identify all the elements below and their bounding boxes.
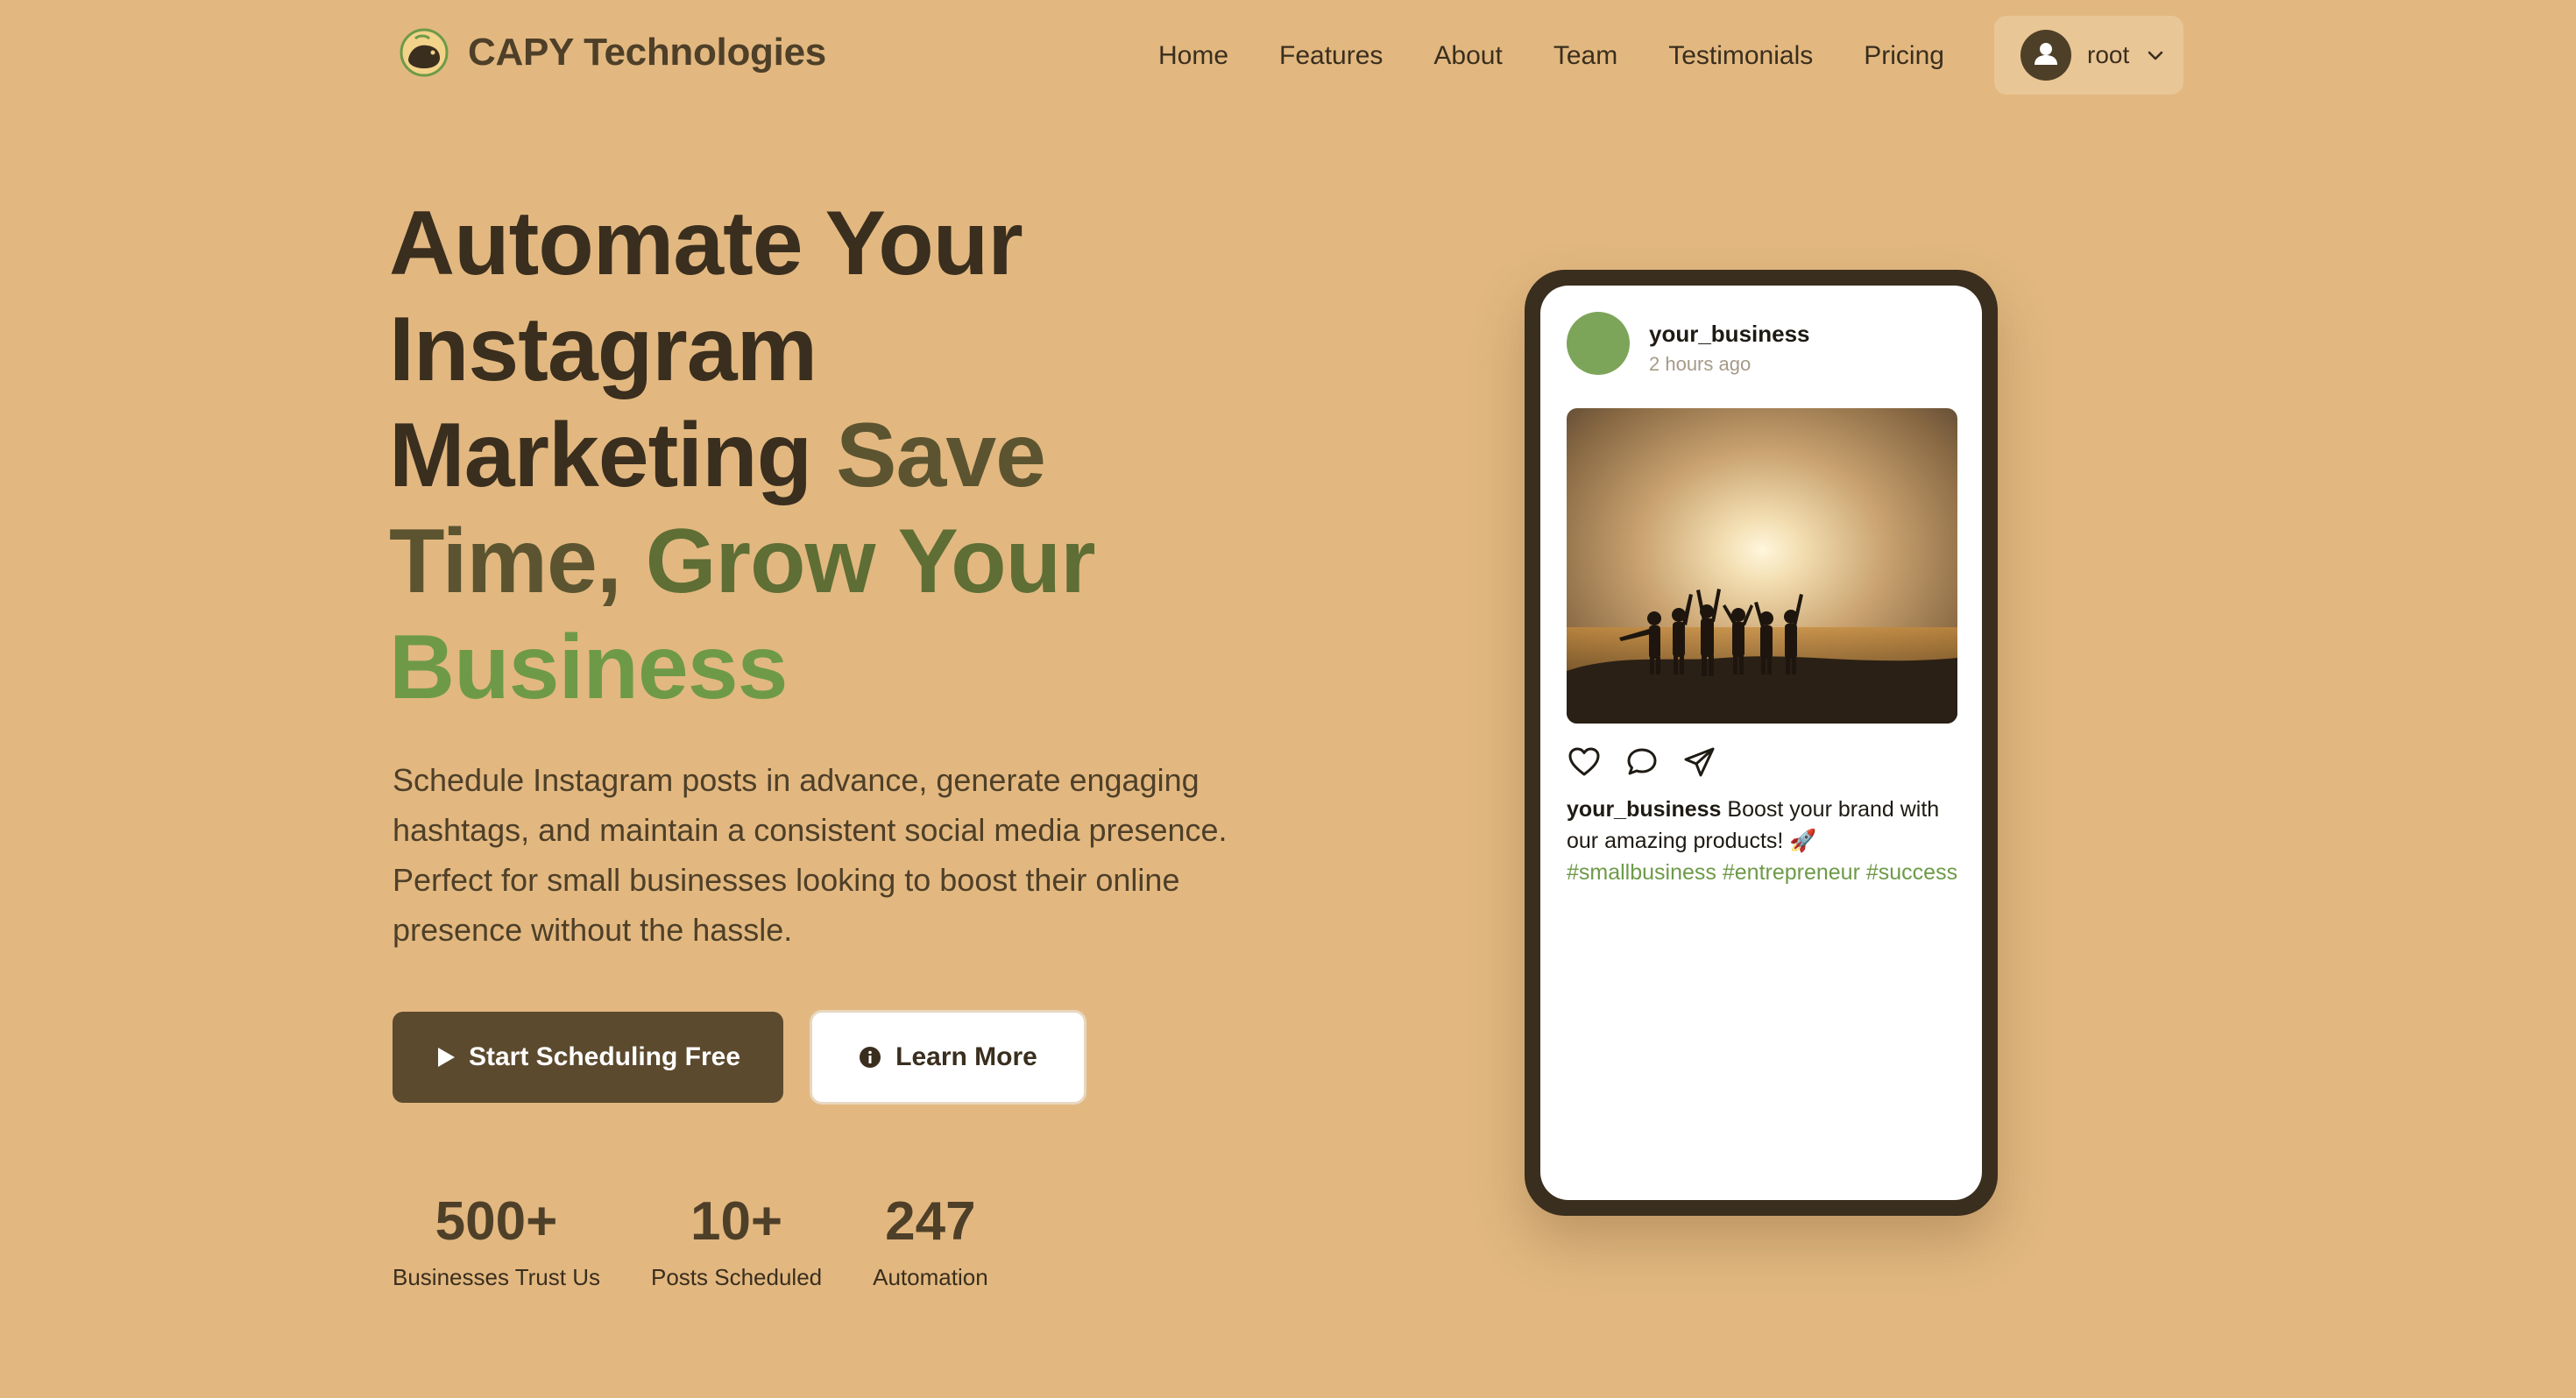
caption-hashtags[interactable]: #smallbusiness #entrepreneur #success — [1567, 857, 1961, 888]
capybara-logo-icon — [400, 28, 449, 77]
nav-link-team[interactable]: Team — [1553, 35, 1617, 77]
hero-subtitle: Schedule Instagram posts in advance, gen… — [393, 762, 1228, 948]
stat-value: 247 — [885, 1191, 976, 1252]
nav-link-about[interactable]: About — [1433, 35, 1502, 77]
post-image — [1567, 408, 1957, 724]
heart-icon[interactable] — [1567, 745, 1602, 780]
hero-title: Automate Your Instagram Marketing Save T… — [389, 191, 1178, 721]
caption-username: your_business — [1567, 797, 1722, 822]
stat-posts: 10+ Posts Scheduled — [651, 1184, 822, 1295]
nav-link-testimonials[interactable]: Testimonials — [1668, 35, 1813, 77]
phone-screen: your_business 2 hours ago your_business … — [1540, 286, 1982, 1200]
stat-automation: 247 Automation — [873, 1184, 988, 1295]
learn-more-label: Learn More — [895, 1042, 1037, 1071]
phone-mockup: your_business 2 hours ago your_business … — [1525, 270, 1998, 1216]
post-time: 2 hours ago — [1649, 353, 1752, 375]
user-avatar-icon — [2020, 30, 2071, 81]
post-avatar — [1567, 312, 1630, 375]
landing-page: CAPY Technologies Home Features About Te… — [0, 0, 2576, 1398]
stat-label: Businesses Trust Us — [393, 1264, 600, 1290]
brand-name: CAPY Technologies — [468, 31, 826, 74]
brand-link[interactable]: CAPY Technologies — [400, 28, 826, 77]
post-header: your_business 2 hours ago — [1567, 312, 1810, 376]
stat-businesses: 500+ Businesses Trust Us — [393, 1184, 600, 1295]
info-icon — [860, 1047, 881, 1068]
play-icon — [437, 1048, 455, 1067]
stat-value: 500+ — [435, 1191, 558, 1252]
comment-icon[interactable] — [1624, 745, 1660, 780]
navbar: CAPY Technologies Home Features About Te… — [0, 0, 2576, 112]
post-caption: your_business Boost your brand with our … — [1567, 794, 1961, 888]
start-scheduling-label: Start Scheduling Free — [468, 1042, 741, 1071]
user-menu-button[interactable]: root — [1994, 16, 2183, 95]
send-icon[interactable] — [1682, 745, 1717, 780]
stat-label: Posts Scheduled — [650, 1264, 823, 1290]
stats-row: 500+ Businesses Trust Us 10+ Posts Sched… — [393, 1184, 988, 1295]
learn-more-button[interactable]: Learn More — [810, 1010, 1086, 1105]
user-name: root — [2087, 41, 2130, 68]
nav-link-home[interactable]: Home — [1158, 35, 1228, 77]
nav-link-features[interactable]: Features — [1279, 35, 1383, 77]
stat-label: Automation — [873, 1264, 988, 1290]
start-scheduling-button[interactable]: Start Scheduling Free — [393, 1012, 783, 1103]
nav-link-pricing[interactable]: Pricing — [1864, 35, 1944, 77]
hero-title-part: Business — [389, 617, 788, 718]
hero-title-part: Grow Your — [645, 511, 1096, 612]
chevron-down-icon — [2148, 51, 2163, 60]
post-actions — [1567, 745, 1717, 780]
stat-value: 10+ — [690, 1191, 783, 1252]
nav-links: Home Features About Team Testimonials Pr… — [1158, 35, 1944, 77]
post-username: your_business — [1649, 321, 1810, 347]
